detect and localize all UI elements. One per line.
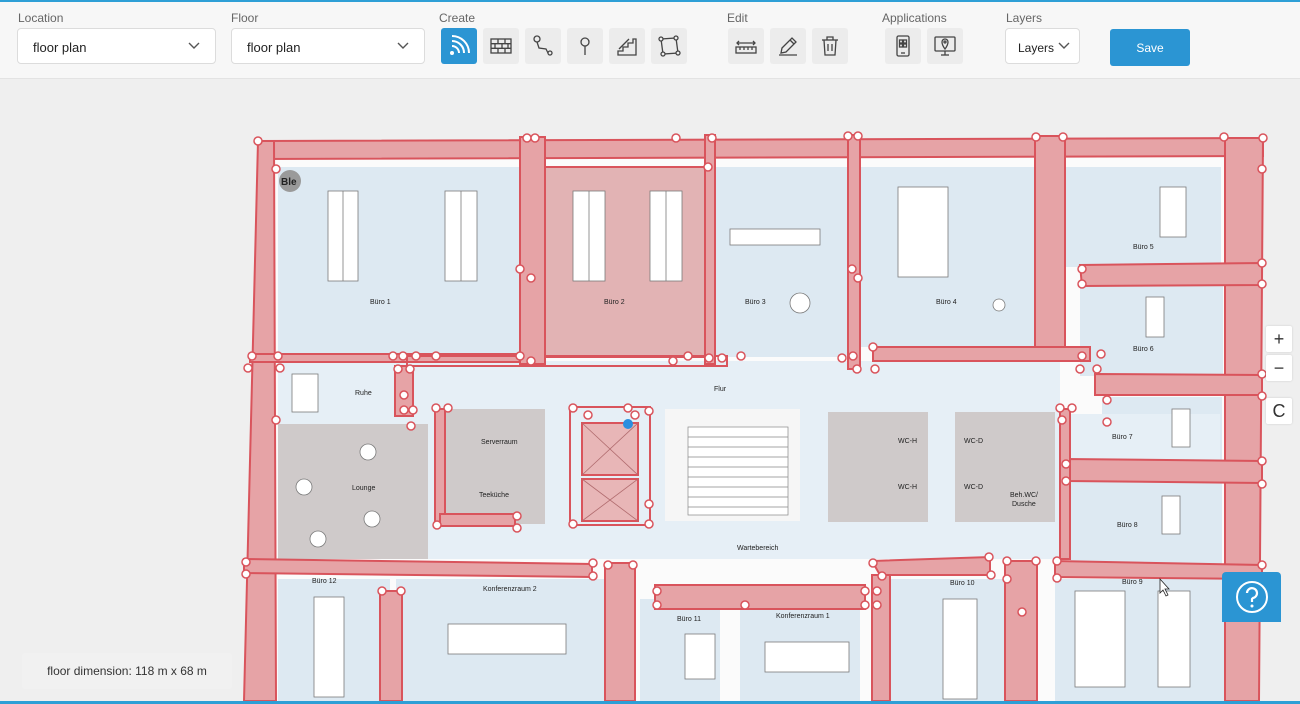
room-label: Dusche [1012,501,1036,508]
room-label: WC-D [964,438,983,445]
room-label: Büro 7 [1112,434,1133,441]
room-label: Büro 11 [677,616,701,623]
layers-select[interactable]: Layers [1005,28,1080,64]
floor-dimension: floor dimension: 118 m x 68 m [22,653,232,689]
toolbar: Location floor plan Floor floor plan Cre… [0,2,1300,79]
room-label: Büro 1 [370,299,391,306]
wall-icon [490,38,512,54]
monitor-location-button[interactable] [927,28,963,64]
pencil-button[interactable] [770,28,806,64]
room-label: Konferenzraum 2 [483,586,537,593]
polygon-button[interactable] [651,28,687,64]
chevron-down-icon [188,42,200,49]
edit-label: Edit [727,11,748,25]
trash-button[interactable] [812,28,848,64]
room-label: Büro 3 [745,299,766,306]
polygon-icon [658,35,681,57]
location-select[interactable]: floor plan [17,28,216,64]
route-icon [533,35,553,56]
zoom-in-button[interactable]: + [1266,326,1292,352]
room-label: Serverraum [481,439,518,446]
save-button[interactable]: Save [1110,29,1190,66]
room-label: Büro 5 [1133,244,1154,251]
zoom-out-button[interactable]: − [1266,355,1292,381]
room-label: Konferenzraum 1 [776,613,830,620]
applications-label: Applications [882,11,947,25]
route-button[interactable] [525,28,561,64]
room-label: Lounge [352,485,375,492]
floor-select[interactable]: floor plan [231,28,425,64]
location-value: floor plan [33,40,87,55]
room-label: Büro 9 [1122,579,1143,586]
floor-value: floor plan [247,40,301,55]
room-label: Beh.WC/ [1010,492,1038,499]
room-label: Büro 6 [1133,346,1154,353]
poi-pin-button[interactable] [567,28,603,64]
floor-label: Floor [231,11,259,25]
layers-label: Layers [1006,11,1043,25]
elevators [581,422,639,522]
pencil-icon [779,37,797,56]
room-label: Wartebereich [737,545,778,552]
room-label: Büro 8 [1117,522,1138,529]
layers-value: Layers [1018,41,1055,55]
compass-button[interactable]: C [1266,398,1292,424]
ble-badge-text: Ble [281,177,297,188]
trash-icon [822,36,838,56]
room-label: WC-D [964,484,983,491]
floor-plan[interactable]: Ble Büro 1 Büro 2 Büro 3 Büro 4 Büro 5 B… [0,79,1300,701]
location-label: Location [18,11,64,25]
room-label: WC-H [898,484,917,491]
mobile-qr-icon [896,35,910,57]
help-question-icon [1235,581,1268,613]
poi-pin-icon [580,37,590,55]
room-label: Flur [714,386,727,393]
room-label: Teeküche [479,492,509,499]
mobile-qr-button[interactable] [885,28,921,64]
create-label: Create [439,11,476,25]
room-label: Büro 4 [936,299,957,306]
room-label: WC-H [898,438,917,445]
room-label: Büro 10 [950,580,975,587]
staircase [687,426,789,516]
stairs-button[interactable] [609,28,645,64]
measure-icon [735,40,757,54]
chevron-down-icon [397,42,409,49]
chevron-down-icon [1058,42,1070,49]
room-label: Büro 2 [604,299,625,306]
help-button[interactable] [1222,572,1281,622]
map-canvas[interactable]: Ble Büro 1 Büro 2 Büro 3 Büro 4 Büro 5 B… [0,79,1300,701]
measure-button[interactable] [728,28,764,64]
ble-beacon-icon [450,35,470,55]
stairs-icon [617,38,637,56]
room-label: Büro 12 [312,578,337,585]
room-label: Ruhe [355,390,372,397]
monitor-location-icon [934,36,956,56]
wall-button[interactable] [483,28,519,64]
ble-beacon-button[interactable] [441,28,477,64]
ble-beacon-marker[interactable] [623,419,633,429]
